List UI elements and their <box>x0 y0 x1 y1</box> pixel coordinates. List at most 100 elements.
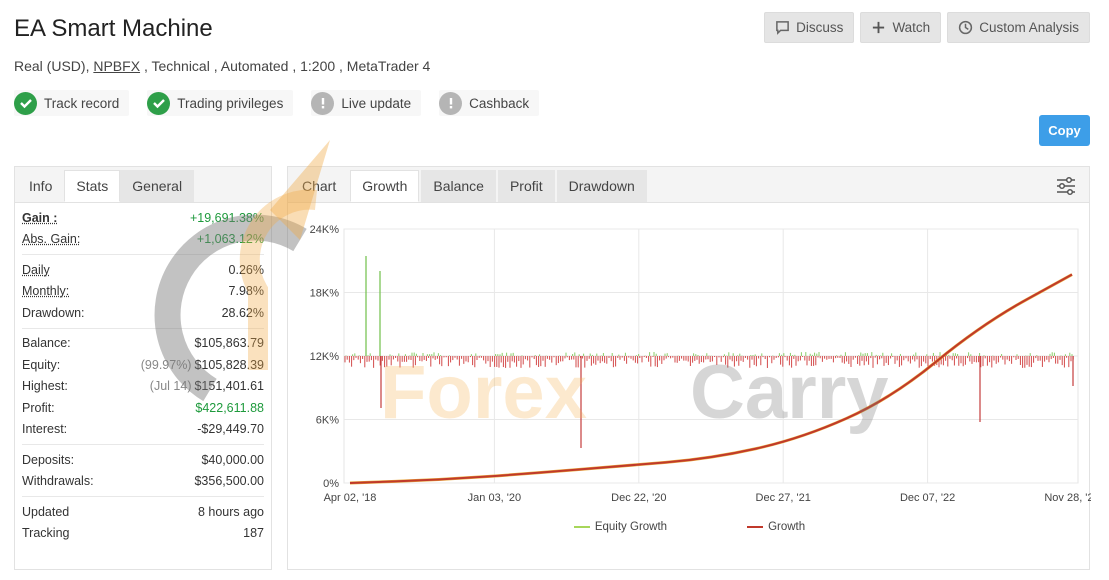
subtitle-account-type: Real (USD), <box>14 58 90 74</box>
y-tick-label: 0% <box>323 478 339 490</box>
stat-value: $105,863.79 <box>194 336 264 351</box>
stat-label: Equity: <box>22 357 61 372</box>
stat-label[interactable]: Gain : <box>22 211 57 225</box>
legend-label: Equity Growth <box>594 521 668 533</box>
stat-label: Drawdown: <box>22 305 85 320</box>
plus-icon <box>873 21 885 34</box>
stat-value: 0.26% <box>228 262 264 277</box>
check-icon <box>147 91 171 115</box>
stat-label: Updated <box>22 504 70 519</box>
stat-abs-gain: Abs. Gain: +1,063.12% <box>22 229 264 251</box>
x-tick-label: Nov 28, '23 <box>1044 492 1091 504</box>
page-title: EA Smart Machine <box>14 15 213 42</box>
x-tick-label: Jan 03, '20 <box>468 492 521 504</box>
y-tick-label: 24K% <box>310 224 340 236</box>
tab-profit[interactable]: Profit <box>497 170 555 202</box>
legend-swatch <box>573 526 590 528</box>
stats-tabs: Info Stats General <box>15 167 271 203</box>
growth-chart: 0% 6K% 12K% 18K% 24K% Apr 02, '18 Jan 03, '20 D… <box>310 224 1091 504</box>
stat-value: $151,401.61 <box>194 379 264 394</box>
badge-live-update[interactable]: Live update <box>311 90 422 116</box>
badge-track-record[interactable]: Track record <box>14 90 130 116</box>
stat-label: Interest: <box>22 422 68 437</box>
check-icon <box>14 91 37 115</box>
y-tick-label: 6K% <box>316 415 339 427</box>
exclamation-icon <box>439 91 463 115</box>
stat-value: $105,828.39 <box>194 357 264 372</box>
stat-value: +1,063.12% <box>196 232 264 247</box>
badge-label: Track record <box>44 95 120 111</box>
stat-monthly: Monthly: 7.98% <box>22 281 264 303</box>
y-tick-label: 12K% <box>310 351 340 363</box>
watch-label: Watch <box>892 20 931 35</box>
stat-value: $356,500.00 <box>194 474 264 489</box>
stat-label: Profit: <box>22 400 55 415</box>
badge-trading-privileges[interactable]: Trading privileges <box>147 90 294 116</box>
stat-label: Withdrawals: <box>22 474 94 489</box>
stat-label: Tracking <box>22 526 70 541</box>
badge-label: Live update <box>341 95 412 111</box>
stat-tracking: Tracking 187 <box>22 523 264 545</box>
balance-group: Balance: $105,863.79 Equity: (99.97%) $105,… <box>22 329 264 445</box>
stat-drawdown: Drawdown: 28.62% <box>22 302 264 324</box>
stat-value: $422,611.88 <box>195 400 264 415</box>
account-subtitle: Real (USD), NPBFX , Technical , Automate… <box>14 58 430 74</box>
stat-value: -$29,449.70 <box>197 422 264 437</box>
chart-tabs: Chart Growth Balance Profit Drawdown <box>288 167 1089 203</box>
top-toolbar: Discuss Watch Custom Analysis <box>764 12 1090 43</box>
stat-updated: Updated 8 hours ago <box>22 501 264 523</box>
stat-withdrawals: Withdrawals: $356,500.00 <box>22 471 264 493</box>
deposits-group: Deposits: $40,000.00 Withdrawals: $356,500… <box>22 445 264 497</box>
badge-label: Cashback <box>469 95 530 111</box>
discuss-label: Discuss <box>796 20 844 35</box>
custom-analysis-button[interactable]: Custom Analysis <box>947 12 1090 43</box>
legend-swatch <box>747 526 764 528</box>
stat-deposits: Deposits: $40,000.00 <box>22 449 264 471</box>
stat-highest: Highest: (Jul 14) $151,401.61 <box>22 376 264 398</box>
custom-analysis-label: Custom Analysis <box>979 20 1079 35</box>
rate-group: Daily 0.26% Monthly: 7.98% Drawdown: 28.62% <box>22 255 264 329</box>
meta-group: Updated 8 hours ago Tracking 187 <box>22 497 264 548</box>
stat-label: Highest: <box>22 379 68 394</box>
stat-profit: Profit: $422,611.88 <box>22 397 264 419</box>
tab-growth[interactable]: Growth <box>350 170 420 202</box>
subtitle-details: , Technical , Automated , 1:200 , MetaTr… <box>143 58 431 74</box>
stat-highest-date: (Jul 14) <box>149 379 192 394</box>
discuss-button[interactable]: Discuss <box>764 12 855 43</box>
stat-label[interactable]: Daily <box>22 263 50 277</box>
badge-cashback[interactable]: Cashback <box>439 90 540 116</box>
y-tick-label: 18K% <box>310 288 340 300</box>
chat-icon <box>776 21 790 35</box>
stat-value: 28.62% <box>221 305 264 320</box>
stat-equity-percent: (99.97%) <box>140 357 192 372</box>
exclamation-icon <box>311 91 335 115</box>
stat-daily: Daily 0.26% <box>22 259 264 281</box>
tab-general[interactable]: General <box>120 170 195 202</box>
x-tick-label: Dec 22, '20 <box>611 492 666 504</box>
tab-stats[interactable]: Stats <box>64 170 121 202</box>
tab-balance[interactable]: Balance <box>421 170 496 202</box>
stat-label[interactable]: Abs. Gain: <box>22 232 80 246</box>
tab-chart[interactable]: Chart <box>290 170 348 202</box>
stat-label: Deposits: <box>22 452 75 467</box>
stat-value: 7.98% <box>228 284 264 299</box>
tab-info[interactable]: Info <box>17 170 64 202</box>
stat-value: $40,000.00 <box>201 452 264 467</box>
watch-button[interactable]: Watch <box>860 12 942 43</box>
stat-label: Balance: <box>22 336 71 351</box>
chart-panel: Chart Growth Balance Profit Drawdown 0% 6… <box>287 166 1091 570</box>
stat-gain: Gain : +19,691.38% <box>22 207 264 229</box>
stat-balance: Balance: $105,863.79 <box>22 333 264 355</box>
stat-label[interactable]: Monthly: <box>22 284 69 298</box>
tab-drawdown[interactable]: Drawdown <box>556 170 647 202</box>
clock-icon <box>959 20 973 35</box>
x-tick-label: Dec 27, '21 <box>756 492 811 504</box>
stat-value: 8 hours ago <box>197 504 264 519</box>
legend-item-equity[interactable]: Equity Growth <box>573 521 668 533</box>
copy-button[interactable]: Copy <box>1039 115 1090 146</box>
stat-value: 187 <box>243 526 264 541</box>
broker-link[interactable]: NPBFX <box>93 58 140 74</box>
settings-sliders-icon[interactable] <box>1055 175 1077 197</box>
legend-item-growth[interactable]: Growth <box>747 521 805 533</box>
x-tick-label: Dec 07, '22 <box>900 492 955 504</box>
